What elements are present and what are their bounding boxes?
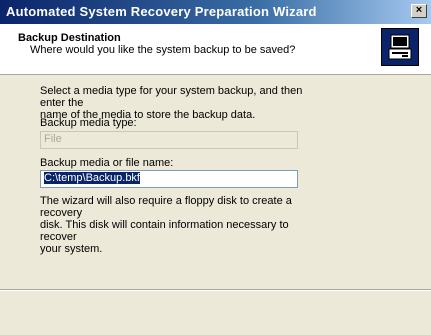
file-name-input[interactable]: C:\temp\Backup.bkf <box>40 170 298 188</box>
header-title: Backup Destination <box>18 32 121 44</box>
computer-backup-icon-graphic <box>382 29 418 65</box>
file-name-value: C:\temp\Backup.bkf <box>44 172 140 184</box>
media-type-label: Backup media type: <box>40 117 137 129</box>
computer-backup-icon <box>381 28 419 66</box>
media-type-dropdown: File <box>40 131 298 149</box>
window-title: Automated System Recovery Preparation Wi… <box>6 4 317 19</box>
close-button[interactable]: × <box>411 4 427 18</box>
close-icon: × <box>415 4 423 16</box>
instructions-text: Select a media type for your system back… <box>40 85 303 121</box>
floppy-note-text: The wizard will also require a floppy di… <box>40 195 292 255</box>
wizard-body: Select a media type for your system back… <box>0 75 431 289</box>
media-type-value: File <box>44 133 62 145</box>
title-bar[interactable]: Automated System Recovery Preparation Wi… <box>0 0 431 24</box>
wizard-header: Backup Destination Where would you like … <box>0 24 431 75</box>
file-name-label: Backup media or file name: <box>40 157 174 169</box>
header-subtitle: Where would you like the system backup t… <box>30 44 296 56</box>
footer-divider <box>0 289 431 291</box>
